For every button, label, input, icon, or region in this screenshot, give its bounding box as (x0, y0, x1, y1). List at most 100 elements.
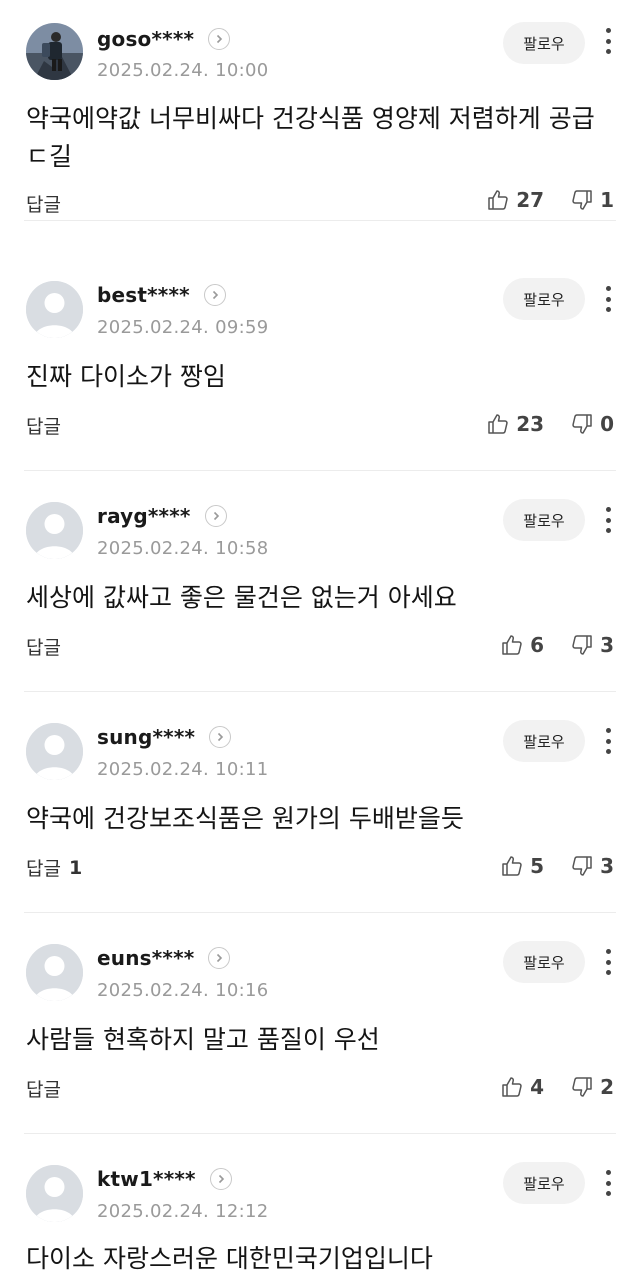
avatar[interactable] (26, 944, 83, 1001)
avatar[interactable] (26, 723, 83, 780)
comment-item: euns**** 2025.02.24. 10:16 팔로우 사람들 현혹하지 … (0, 913, 640, 1134)
comment-text: 진짜 다이소가 짱임 (26, 362, 226, 391)
thumbs-down-icon (570, 188, 594, 212)
reply-button[interactable]: 답글 (26, 633, 69, 660)
thumbs-down-icon (570, 633, 594, 657)
thumbs-up-icon (486, 188, 510, 212)
avatar[interactable] (26, 281, 83, 338)
reply-button[interactable]: 답글 (26, 190, 69, 217)
dislike-button[interactable]: 1 (570, 188, 614, 212)
comment-date: 2025.02.24. 10:16 (97, 980, 269, 1001)
more-options-icon[interactable] (598, 726, 618, 756)
follow-button[interactable]: 팔로우 (503, 499, 585, 541)
dislike-button[interactable]: 2 (570, 1075, 614, 1099)
comment-item: sung**** 2025.02.24. 10:11 팔로우 약국에 건강보조식… (0, 692, 640, 913)
username-row: sung**** (97, 722, 232, 752)
comment-text: 다이소 자랑스러운 대한민국기업입니다 (26, 1244, 433, 1273)
reply-button[interactable]: 답글 (26, 1075, 69, 1102)
username[interactable]: ktw1**** (97, 1167, 196, 1191)
username[interactable]: sung**** (97, 725, 195, 749)
vote-group: 5 3 (500, 852, 614, 880)
reply-button[interactable]: 답글 (26, 412, 69, 439)
chevron-right-icon[interactable] (208, 28, 231, 50)
username-row: best**** (97, 280, 226, 310)
username[interactable]: best**** (97, 283, 190, 307)
like-button[interactable]: 23 (486, 412, 544, 436)
comment-item: goso**** 2025.02.24. 10:00 팔로우 약국에약값 너무비… (0, 0, 640, 221)
chevron-right-icon[interactable] (208, 947, 231, 969)
chevron-right-icon[interactable] (209, 726, 232, 748)
follow-button[interactable]: 팔로우 (503, 941, 585, 983)
avatar[interactable] (26, 23, 83, 80)
comment-text: 사람들 현혹하지 말고 품질이 우선 (26, 1025, 380, 1054)
reply-label: 답글 (26, 1079, 61, 1101)
dislike-count: 1 (600, 188, 614, 212)
username[interactable]: rayg**** (97, 504, 191, 528)
comment-date: 2025.02.24. 10:00 (97, 60, 269, 81)
more-options-icon[interactable] (598, 284, 618, 314)
username-row: goso**** (97, 24, 231, 54)
like-count: 6 (530, 633, 545, 657)
reply-label: 답글 (26, 858, 61, 880)
avatar[interactable] (26, 1165, 83, 1222)
reply-count: 1 (68, 856, 83, 879)
thumbs-down-icon (570, 412, 594, 436)
comment-text: 약국에 건강보조식품은 원가의 두배받을듯 (26, 804, 464, 833)
avatar[interactable] (26, 502, 83, 559)
dislike-count: 3 (600, 633, 614, 657)
thumbs-up-icon (500, 854, 524, 878)
like-count: 27 (516, 188, 545, 212)
follow-button[interactable]: 팔로우 (503, 1162, 585, 1204)
like-button[interactable]: 5 (500, 854, 544, 878)
more-options-icon[interactable] (598, 947, 618, 977)
vote-group: 23 0 (486, 410, 614, 438)
comment-date: 2025.02.24. 09:59 (97, 317, 269, 338)
username[interactable]: euns**** (97, 946, 194, 970)
comment-text: 세상에 값싸고 좋은 물건은 없는거 아세요 (26, 583, 457, 612)
thumbs-up-icon (500, 633, 524, 657)
dislike-button[interactable]: 3 (570, 854, 614, 878)
thumbs-up-icon (486, 412, 510, 436)
follow-button[interactable]: 팔로우 (503, 22, 585, 64)
thumbs-down-icon (570, 854, 594, 878)
dislike-button[interactable]: 3 (570, 633, 614, 657)
username-row: ktw1**** (97, 1164, 232, 1194)
comment-item: ktw1**** 2025.02.24. 12:12 팔로우 다이소 자랑스러운… (0, 1134, 640, 1280)
vote-group: 27 1 (486, 186, 614, 214)
like-button[interactable]: 4 (500, 1075, 544, 1099)
vote-group: 4 2 (500, 1073, 614, 1101)
comment-item: rayg**** 2025.02.24. 10:58 팔로우 세상에 값싸고 좋… (0, 471, 640, 692)
username[interactable]: goso**** (97, 27, 194, 51)
like-button[interactable]: 27 (486, 188, 544, 212)
like-count: 4 (530, 1075, 545, 1099)
username-row: euns**** (97, 943, 231, 973)
follow-button[interactable]: 팔로우 (503, 720, 585, 762)
reply-button[interactable]: 답글 1 (26, 854, 82, 881)
chevron-right-icon[interactable] (209, 1168, 232, 1190)
chevron-right-icon[interactable] (203, 284, 226, 306)
dislike-count: 0 (600, 412, 614, 436)
comment-date: 2025.02.24. 12:12 (97, 1201, 269, 1222)
more-options-icon[interactable] (598, 505, 618, 535)
thumbs-up-icon (500, 1075, 524, 1099)
like-count: 5 (530, 854, 545, 878)
like-button[interactable]: 6 (500, 633, 544, 657)
comment-item: best**** 2025.02.24. 09:59 팔로우 진짜 다이소가 짱… (0, 250, 640, 471)
username-row: rayg**** (97, 501, 227, 531)
more-options-icon[interactable] (598, 26, 618, 56)
reply-label: 답글 (26, 637, 61, 659)
thumbs-down-icon (570, 1075, 594, 1099)
comment-list: goso**** 2025.02.24. 10:00 팔로우 약국에약값 너무비… (0, 0, 640, 1280)
vote-group: 6 3 (500, 631, 614, 659)
dislike-count: 3 (600, 854, 614, 878)
comment-text: 약국에약값 너무비싸다 건강식품 영양제 저렴하게 공급ㄷ길 (26, 104, 595, 171)
reply-label: 답글 (26, 194, 61, 216)
like-count: 23 (516, 412, 545, 436)
follow-button[interactable]: 팔로우 (503, 278, 585, 320)
more-options-icon[interactable] (598, 1168, 618, 1198)
comment-date: 2025.02.24. 10:58 (97, 538, 269, 559)
dislike-count: 2 (600, 1075, 614, 1099)
reply-label: 답글 (26, 416, 61, 438)
dislike-button[interactable]: 0 (570, 412, 614, 436)
chevron-right-icon[interactable] (204, 505, 227, 527)
